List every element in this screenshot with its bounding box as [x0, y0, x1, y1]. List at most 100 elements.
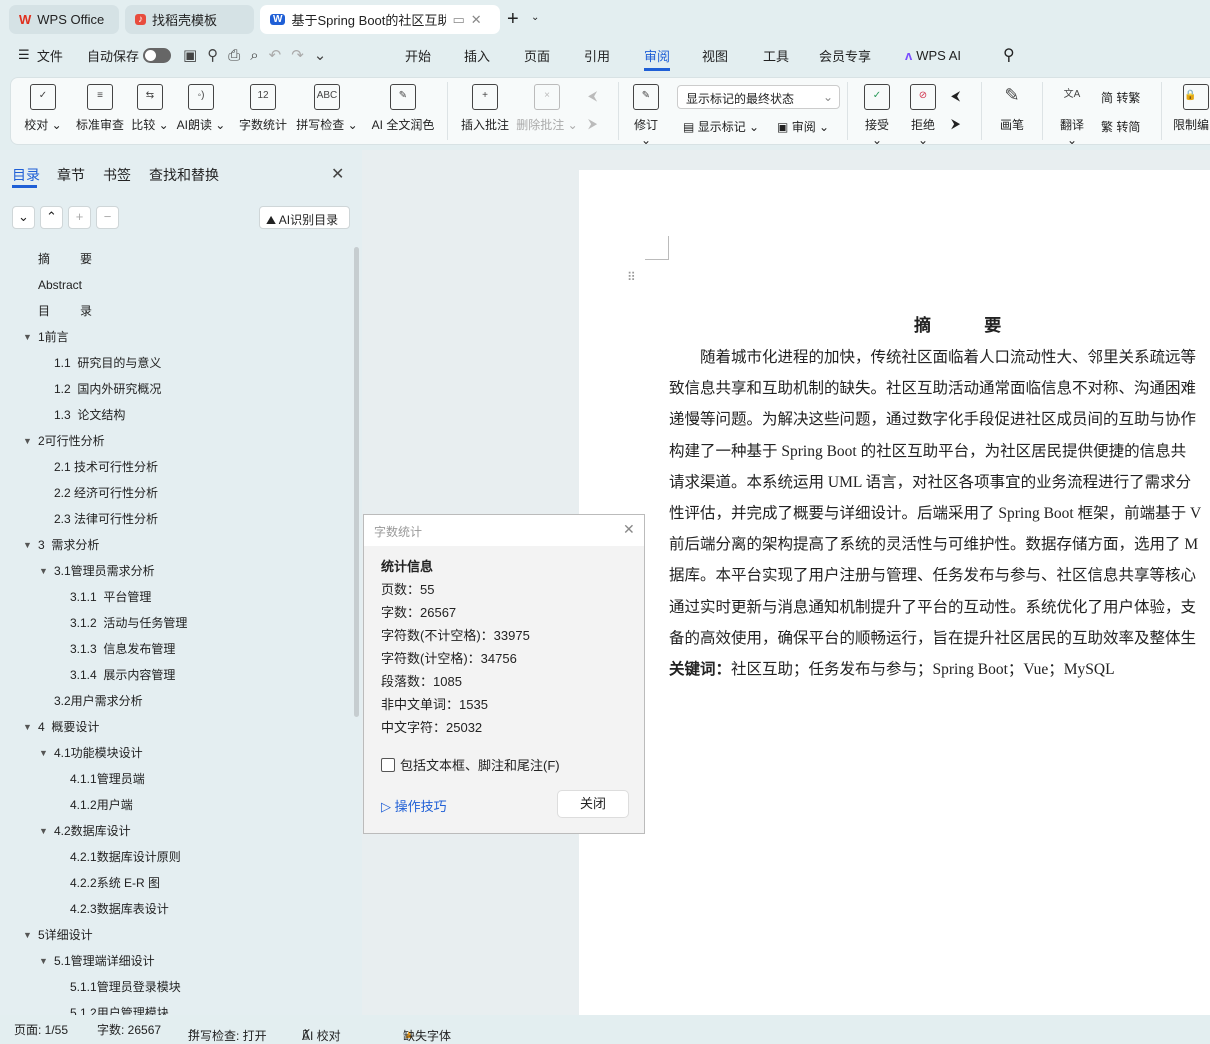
toc-item[interactable]: 3.1.4 展示内容管理	[0, 662, 350, 688]
close-panel-icon[interactable]: ✕	[331, 164, 344, 184]
menu-7[interactable]: 会员专享	[819, 42, 871, 68]
toc-item[interactable]: 4.2.2系统 E-R 图	[0, 870, 350, 896]
undo-icon[interactable]: ↶	[269, 46, 282, 64]
tab-list-chevron-icon[interactable]: ⌄	[531, 12, 539, 23]
accept-button[interactable]: ✓ 接受 ⌄	[859, 84, 895, 147]
expand-triangle-icon[interactable]: ▼	[23, 922, 32, 948]
ribbon-button-3[interactable]: ◦) AI朗读 ⌄	[175, 84, 227, 133]
toc-item[interactable]: ▼ 4.2数据库设计	[0, 818, 350, 844]
tab-docer[interactable]: ♪ 找稻壳模板	[125, 5, 254, 34]
panel-tab-find-replace[interactable]: 查找和替换	[149, 165, 219, 185]
prev-comment-icon[interactable]: ⮜	[588, 88, 597, 104]
toc-item[interactable]: ▼ 4 概要设计	[0, 714, 350, 740]
menu-1[interactable]: 插入	[464, 42, 490, 68]
expand-triangle-icon[interactable]: ▼	[23, 324, 32, 350]
toc-item[interactable]: 1.3 论文结构	[0, 402, 350, 428]
reject-button[interactable]: ⊘ 拒绝 ⌄	[905, 84, 941, 147]
toc-item[interactable]: 3.2用户需求分析	[0, 688, 350, 714]
toc-item[interactable]: 2.2 经济可行性分析	[0, 480, 350, 506]
toc-item[interactable]: 1.1 研究目的与意义	[0, 350, 350, 376]
expand-triangle-icon[interactable]: ▼	[39, 740, 48, 766]
include-textbox-checkbox[interactable]: 包括文本框、脚注和尾注(F)	[381, 755, 560, 774]
prev-change-icon[interactable]: ⮜	[951, 88, 960, 104]
toc-item[interactable]: 1.2 国内外研究概况	[0, 376, 350, 402]
toc-item[interactable]: ▼ 1前言	[0, 324, 350, 350]
toc-item[interactable]: 目 录	[0, 298, 350, 324]
share-icon[interactable]: ⚲	[207, 46, 218, 64]
expand-up-button[interactable]: ⌃	[40, 206, 63, 229]
toc-item[interactable]: 摘 要	[0, 246, 350, 272]
collapse-all-button[interactable]: ⌄	[12, 206, 35, 229]
menu-0[interactable]: 开始	[405, 42, 431, 68]
wps-ai-button[interactable]: ʌ WPS AI	[905, 42, 961, 68]
next-comment-icon[interactable]: ⮞	[588, 116, 597, 132]
toc-item[interactable]: ▼ 4.1功能模块设计	[0, 740, 350, 766]
ribbon-button-0[interactable]: ✓ 校对 ⌄	[23, 84, 63, 133]
toc-item[interactable]: 4.1.2用户端	[0, 792, 350, 818]
print-icon[interactable]: ⎙	[228, 47, 240, 64]
expand-triangle-icon[interactable]: ▼	[23, 714, 32, 740]
panel-tab-chapters[interactable]: 章节	[57, 165, 85, 185]
word-count-indicator[interactable]: 字数: 26567	[97, 1021, 161, 1038]
ai-toc-button[interactable]: ⛰ AI识别目录	[259, 206, 350, 229]
restrict-edit-button[interactable]: 🔒 限制编	[1173, 84, 1210, 133]
ribbon-button-7[interactable]: + 插入批注	[455, 84, 515, 133]
autosave-toggle[interactable]: 自动保存	[87, 42, 172, 68]
menu-6[interactable]: 工具	[763, 42, 789, 68]
spell-check-toggle[interactable]: 拼写检查: 打开 ⌄	[188, 1021, 267, 1043]
toc-scrollbar[interactable]	[354, 247, 359, 717]
file-menu[interactable]: ☰ 文件	[18, 42, 63, 68]
to-traditional-button[interactable]: 简 转繁	[1101, 89, 1140, 106]
toc-item[interactable]: 2.3 法律可行性分析	[0, 506, 350, 532]
toc-item[interactable]: 4.2.1数据库设计原则	[0, 844, 350, 870]
menu-4[interactable]: 审阅	[644, 42, 671, 71]
expand-triangle-icon[interactable]: ▼	[23, 532, 32, 558]
expand-triangle-icon[interactable]: ▼	[39, 818, 48, 844]
ribbon-button-6[interactable]: ✎ AI 全文润色	[365, 84, 441, 133]
ribbon-button-2[interactable]: ⇆ 比较 ⌄	[129, 84, 171, 133]
track-mode-select[interactable]: 显示标记的最终状态 ⌄	[677, 85, 840, 109]
ai-proofread-button[interactable]: ▯ AI 校对 ⌄	[302, 1021, 341, 1043]
menu-5[interactable]: 视图	[702, 42, 728, 68]
monitor-icon[interactable]: ▭	[452, 12, 464, 28]
toc-item[interactable]: ▼ 2可行性分析	[0, 428, 350, 454]
toc-item[interactable]: 4.1.1管理员端	[0, 766, 350, 792]
pen-button[interactable]: ✎ 画笔	[995, 84, 1029, 133]
close-tab-icon[interactable]: ✕	[471, 12, 482, 28]
toc-item[interactable]: Abstract	[0, 272, 350, 298]
toc-item[interactable]: ▼ 3 需求分析	[0, 532, 350, 558]
page-indicator[interactable]: 页面: 1/55	[14, 1021, 68, 1038]
more-chevron-icon[interactable]: ⌄	[314, 46, 327, 64]
drag-handle-icon[interactable]: ⠿	[627, 270, 636, 284]
next-change-icon[interactable]: ⮞	[951, 116, 960, 132]
demote-button[interactable]: −	[96, 206, 119, 229]
toc-item[interactable]: 3.1.2 活动与任务管理	[0, 610, 350, 636]
ribbon-button-4[interactable]: 12 字数统计	[235, 84, 291, 133]
new-tab-button[interactable]: +	[507, 8, 519, 31]
toc-item[interactable]: ▼ 5.1管理端详细设计	[0, 948, 350, 974]
tips-link[interactable]: ▷ 操作技巧	[381, 796, 447, 815]
toc-item[interactable]: 4.2.3数据库表设计	[0, 896, 350, 922]
close-button[interactable]: 关闭	[557, 790, 629, 818]
revise-button[interactable]: ✎ 修订 ⌄	[628, 84, 664, 147]
expand-triangle-icon[interactable]: ▼	[39, 558, 48, 584]
menu-2[interactable]: 页面	[524, 42, 550, 68]
toc-item[interactable]: ▼ 5详细设计	[0, 922, 350, 948]
promote-button[interactable]: +	[68, 206, 91, 229]
panel-tab-bookmarks[interactable]: 书签	[103, 165, 131, 185]
ribbon-button-1[interactable]: ≡ 标准审查	[71, 84, 129, 133]
toc-item[interactable]: 3.1.1 平台管理	[0, 584, 350, 610]
search-icon[interactable]: ⚲	[1003, 42, 1015, 68]
tab-wps-office[interactable]: W WPS Office	[9, 5, 119, 34]
toggle-switch[interactable]	[143, 47, 172, 63]
print-preview-icon[interactable]: ⌕	[250, 47, 258, 64]
show-marks-button[interactable]: ▤ 显示标记 ⌄	[683, 118, 759, 135]
checkbox[interactable]	[381, 757, 395, 772]
ribbon-button-5[interactable]: ABC 拼写检查 ⌄	[295, 84, 359, 133]
toc-item[interactable]: 2.1 技术可行性分析	[0, 454, 350, 480]
toc-item[interactable]: 3.1.3 信息发布管理	[0, 636, 350, 662]
dialog-close-icon[interactable]: ✕	[623, 521, 635, 538]
ribbon-button-8[interactable]: × 删除批注 ⌄	[515, 84, 579, 133]
menu-3[interactable]: 引用	[584, 42, 610, 68]
toc-item[interactable]: ▼ 3.1管理员需求分析	[0, 558, 350, 584]
